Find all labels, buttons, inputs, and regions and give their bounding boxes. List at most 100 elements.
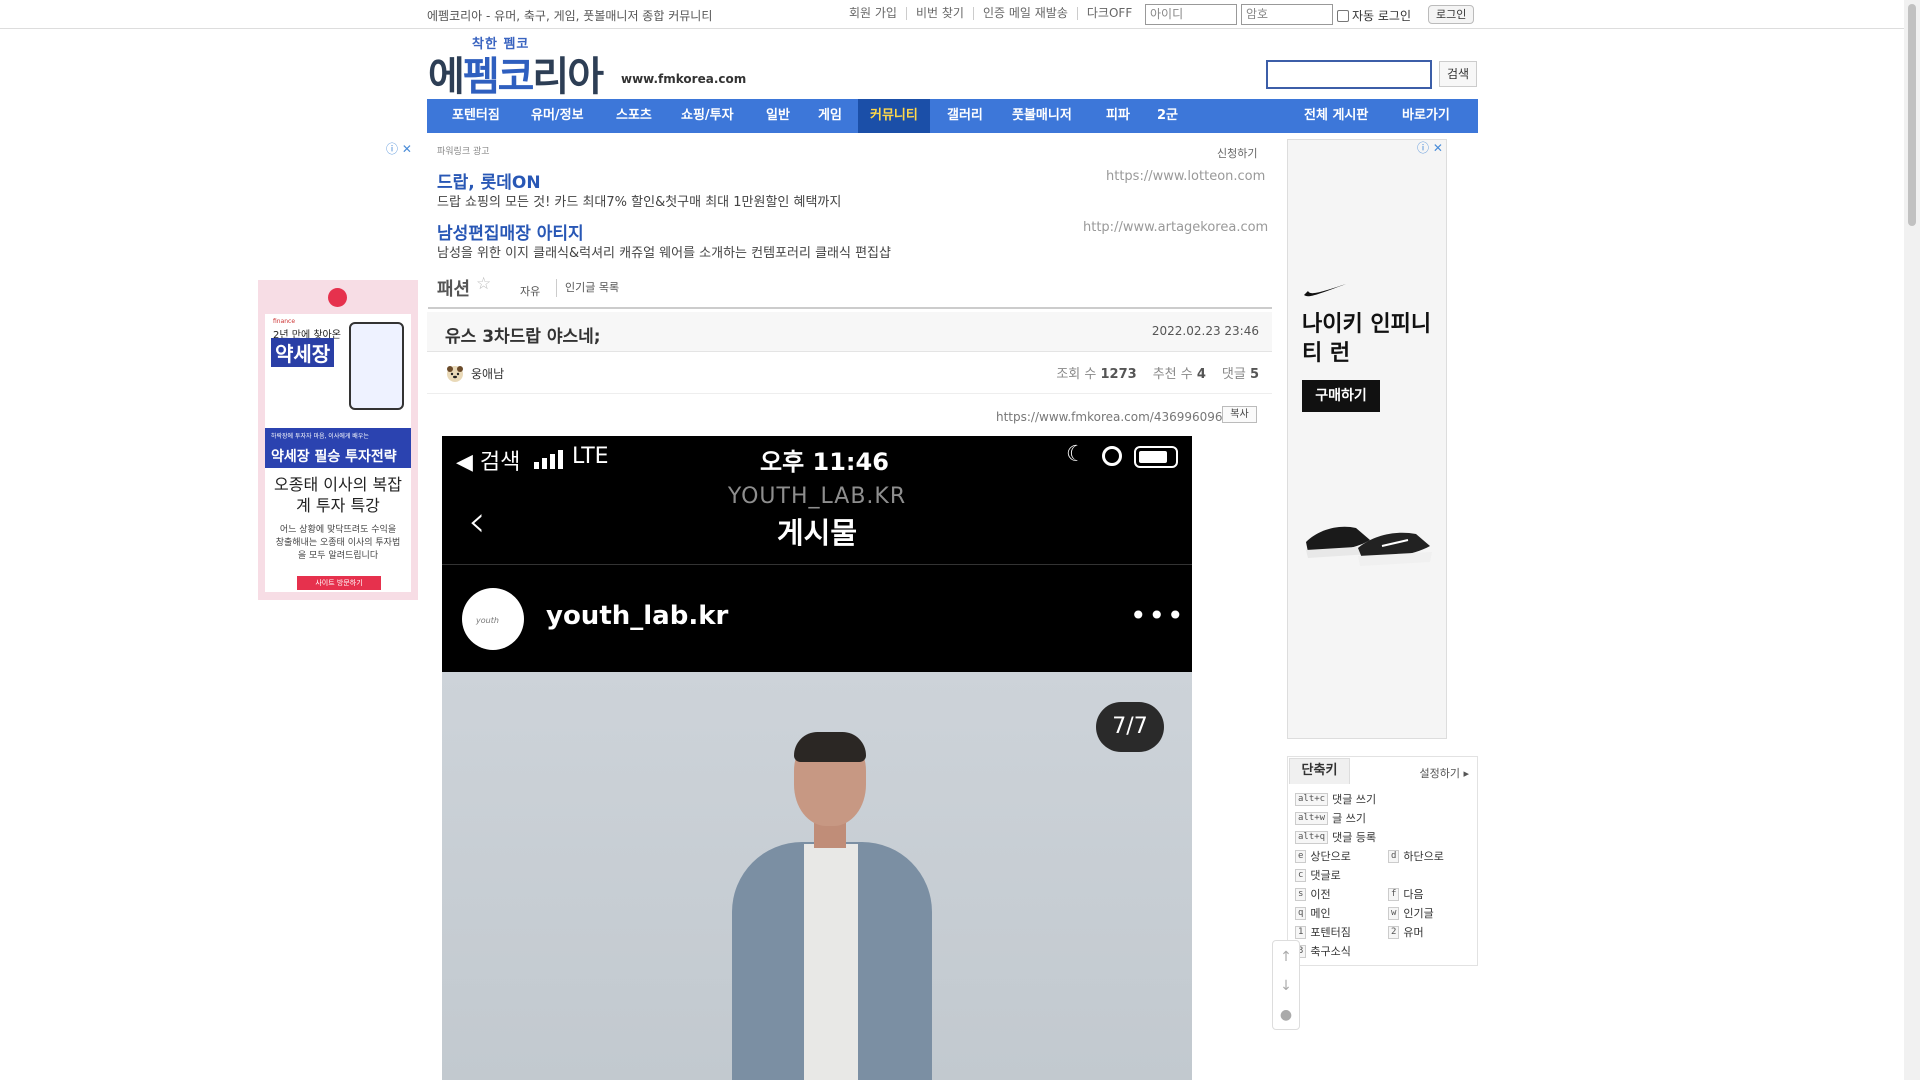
shortcut-item[interactable]: alt+w 글 쓰기 bbox=[1295, 810, 1366, 826]
left-ad-banner[interactable]: finance 2년 만에 찾아온 약세장 하락장에 투자자 마음, 이사에게 … bbox=[258, 280, 418, 600]
nav-item-fifa[interactable]: 피파 bbox=[1106, 99, 1130, 133]
powerlink-ad-title[interactable]: 남성편집매장 아티지 bbox=[437, 219, 584, 244]
view-count: 조회 수 1273 bbox=[1056, 367, 1137, 382]
shortcut-item[interactable]: alt+c 댓글 쓰기 bbox=[1295, 791, 1376, 807]
author-avatar-icon[interactable] bbox=[445, 363, 465, 383]
logo-text: 에펨코리아 bbox=[428, 54, 604, 100]
ad-title: 나이키 인피니티 런 bbox=[1302, 312, 1432, 366]
shortcut-item[interactable]: 2 유머 bbox=[1388, 924, 1424, 940]
site-description: 에펨코리아 - 유머, 축구, 게임, 풋볼매니저 종합 커뮤니티 bbox=[427, 9, 713, 23]
shortcut-item[interactable]: 1 포텐터짐 bbox=[1295, 924, 1351, 940]
site-domain: www.fmkorea.com bbox=[621, 72, 747, 86]
shortcut-panel: 단축키 설정하기 ▸ alt+c 댓글 쓰기 alt+w 글 쓰기 alt+q 댓글 … bbox=[1287, 756, 1478, 966]
board-tab-free[interactable]: 자유 bbox=[520, 283, 540, 299]
shortcut-item[interactable]: e 상단으로 bbox=[1295, 848, 1351, 864]
buy-button[interactable]: 구매하기 bbox=[1302, 380, 1380, 412]
nav-item-gallery[interactable]: 갤러리 bbox=[947, 99, 983, 133]
account-links: 회원 가입 비번 찾기 인증 메일 재발송 다크OFF bbox=[840, 7, 1141, 20]
shortcut-tab[interactable]: 단축키 bbox=[1289, 758, 1350, 784]
shortcut-settings-link[interactable]: 설정하기 ▸ bbox=[1419, 765, 1469, 781]
search-button[interactable]: 검색 bbox=[1439, 61, 1477, 87]
nav-item-shopping[interactable]: 쇼핑/투자 bbox=[681, 99, 734, 133]
site-logo[interactable]: 착한 펨코 에펨코리아 bbox=[428, 33, 618, 100]
board-title[interactable]: 패션 bbox=[437, 275, 470, 301]
post-image[interactable]: ◀ 검색 LTE 오후 11:46 ☾ ‹ YOUTH_LAB.KR 게시물 y… bbox=[442, 436, 1192, 1080]
scrollbar[interactable] bbox=[1904, 0, 1920, 1080]
divider bbox=[442, 564, 1192, 565]
top-bar: 에펨코리아 - 유머, 축구, 게임, 풋볼매니저 종합 커뮤니티 회원 가입 … bbox=[0, 0, 1904, 29]
password-input[interactable]: 암호 bbox=[1241, 4, 1333, 25]
star-icon[interactable]: ☆ bbox=[476, 274, 491, 294]
recommend-count: 추천 수 4 bbox=[1152, 367, 1206, 382]
resend-email-link[interactable]: 인증 메일 재발송 bbox=[974, 7, 1078, 20]
powerlink-ad-desc: 남성을 위한 이지 클래식&럭셔리 캐쥬얼 웨어를 소개하는 컨템포러리 클래식… bbox=[437, 246, 891, 261]
autologin-checkbox[interactable]: 자동 로그인 bbox=[1337, 7, 1411, 24]
powerlink-apply-link[interactable]: 신청하기 bbox=[1217, 145, 1257, 161]
signup-link[interactable]: 회원 가입 bbox=[840, 7, 907, 20]
phone-status-bar: ◀ 검색 LTE 오후 11:46 ☾ bbox=[442, 436, 1192, 476]
shortcut-item[interactable]: q 메인 bbox=[1295, 905, 1331, 921]
person-hair bbox=[794, 732, 866, 762]
find-password-link[interactable]: 비번 찾기 bbox=[907, 7, 974, 20]
post-stats: 조회 수 1273 추천 수 4 댓글 5 bbox=[1056, 363, 1259, 382]
id-input[interactable]: 아이디 bbox=[1145, 4, 1237, 25]
post-date: 2022.02.23 23:46 bbox=[1151, 324, 1259, 338]
shortcut-item[interactable]: c 댓글로 bbox=[1295, 867, 1341, 883]
banner-small-text: 하락장에 투자자 마음, 이사에게 배우는 bbox=[271, 433, 369, 440]
ig-avatar: youth bbox=[462, 588, 524, 650]
shortcut-item[interactable]: d 하단으로 bbox=[1388, 848, 1444, 864]
powerlink-ad-title[interactable]: 드랍, 롯데ON bbox=[437, 168, 541, 193]
shortcut-item[interactable]: alt+q 댓글 등록 bbox=[1295, 829, 1376, 845]
shortcut-item[interactable]: f 다음 bbox=[1388, 886, 1424, 902]
powerlink-ad-desc: 드랍 쇼핑의 모든 것! 카드 최대7% 할인&첫구매 최대 1만원할인 혜택까… bbox=[437, 195, 842, 210]
nav-item-game[interactable]: 게임 bbox=[818, 99, 842, 133]
ig-username: youth_lab.kr bbox=[546, 601, 729, 631]
search-input[interactable] bbox=[1266, 60, 1432, 89]
nav-item-shortcuts[interactable]: 바로가기 bbox=[1402, 99, 1450, 133]
checkbox-box[interactable] bbox=[1337, 9, 1349, 22]
main-nav: 포텐터짐 유머/정보 스포츠 쇼핑/투자 일반 게임 커뮤니티 갤러리 풋볼매니… bbox=[427, 99, 1478, 133]
board-tab-popular[interactable]: 인기글 목록 bbox=[556, 279, 619, 297]
shortcut-item[interactable]: 3 축구소식 bbox=[1295, 943, 1351, 959]
author-row: 웅애남 조회 수 1273 추천 수 4 댓글 5 bbox=[427, 354, 1272, 394]
rotation-lock-icon bbox=[1102, 446, 1122, 466]
scroll-bottom-icon[interactable]: ↓ bbox=[1273, 978, 1299, 994]
author-name[interactable]: 웅애남 bbox=[471, 365, 504, 382]
ad-info-close-icons[interactable]: ⓘ ✕ bbox=[1417, 139, 1443, 156]
comment-count: 댓글 5 bbox=[1221, 367, 1259, 382]
copy-url-button[interactable]: 복사 bbox=[1222, 406, 1257, 423]
nav-item-2nd[interactable]: 2군 bbox=[1157, 99, 1178, 133]
nav-item-community[interactable]: 커뮤니티 bbox=[858, 99, 930, 133]
right-ad-banner[interactable]: 나이키 인피니티 런 구매하기 bbox=[1287, 139, 1447, 739]
page: 에펨코리아 - 유머, 축구, 게임, 풋볼매니저 종합 커뮤니티 회원 가입 … bbox=[0, 0, 1920, 1080]
nav-item-humor[interactable]: 유머/정보 bbox=[531, 99, 584, 133]
ad-info-close-icons[interactable]: ⓘ ✕ bbox=[386, 140, 412, 157]
comment-icon[interactable]: ● bbox=[1273, 1007, 1299, 1023]
nav-item-general[interactable]: 일반 bbox=[766, 99, 790, 133]
ad-banner-strip: 하락장에 투자자 마음, 이사에게 배우는 약세장 필승 투자전략 bbox=[265, 428, 411, 468]
autologin-label: 자동 로그인 bbox=[1352, 9, 1412, 23]
signal-icon bbox=[534, 450, 563, 469]
photo-counter-badge: 7/7 bbox=[1096, 702, 1164, 752]
status-time: 오후 11:46 bbox=[760, 448, 889, 476]
nav-item-sports[interactable]: 스포츠 bbox=[616, 99, 652, 133]
powerlink-ad-url[interactable]: https://www.lotteon.com bbox=[1106, 169, 1265, 184]
shortcut-item[interactable]: s 이전 bbox=[1295, 886, 1331, 902]
person-shirt bbox=[804, 844, 858, 1080]
ad-cta-button[interactable]: 사이트 방문하기 bbox=[297, 576, 381, 590]
shortcut-item[interactable]: w 인기글 bbox=[1388, 905, 1434, 921]
post-url[interactable]: https://www.fmkorea.com/4369960961 bbox=[996, 410, 1230, 424]
nav-item-poten[interactable]: 포텐터짐 bbox=[452, 99, 500, 133]
dark-mode-toggle[interactable]: 다크OFF bbox=[1078, 7, 1141, 20]
nav-item-football-manager[interactable]: 풋볼매니저 bbox=[1012, 99, 1072, 133]
scroll-thumb[interactable] bbox=[1908, 4, 1916, 226]
shoe-image bbox=[1306, 526, 1432, 566]
login-button[interactable]: 로그인 bbox=[1428, 5, 1475, 24]
scroll-top-icon[interactable]: ↑ bbox=[1273, 949, 1299, 965]
moon-icon: ☾ bbox=[1066, 442, 1086, 467]
nav-item-all-boards[interactable]: 전체 게시판 bbox=[1304, 99, 1368, 133]
more-options-icon: ••• bbox=[1130, 599, 1186, 632]
ad-desc: 어느 상황에 맞닥뜨려도 수익을 창출해내는 오종태 이사의 투자법을 모두 알… bbox=[275, 525, 401, 561]
floating-scroll-buttons: ↑ ↓ ● bbox=[1272, 940, 1300, 1030]
powerlink-ad-url[interactable]: http://www.artagekorea.com bbox=[1083, 220, 1268, 235]
